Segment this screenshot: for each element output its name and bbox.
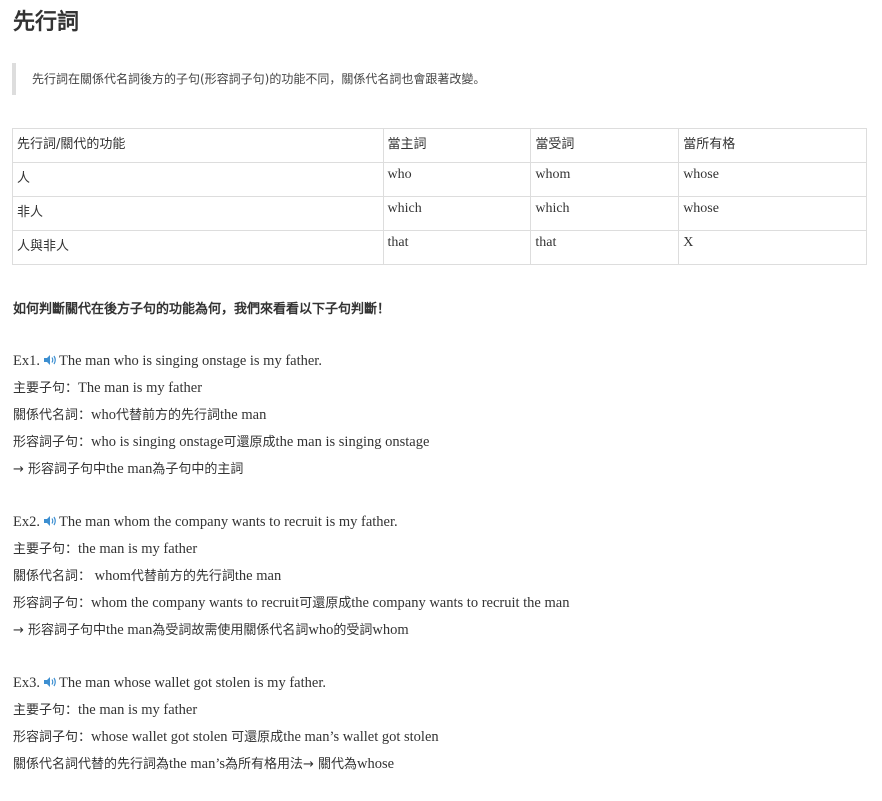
table-header-cell: 先行詞/關代的功能 bbox=[12, 128, 384, 163]
adjective-clause-line: 形容詞子句：whom the company wants to recruit可… bbox=[13, 595, 570, 611]
example-sentence: Ex3. The man whose wallet got stolen is m… bbox=[13, 670, 439, 697]
table-row: 人與非人 that that X bbox=[12, 230, 867, 265]
table-cell: 人 bbox=[12, 162, 384, 197]
example-sentence: Ex1. The man who is singing onstage is my… bbox=[13, 348, 429, 375]
relative-pronoun-line: 關係代名詞： whom代替前方的先行詞the man bbox=[13, 568, 282, 584]
table-cell: 人與非人 bbox=[12, 230, 384, 265]
main-clause-line: 主要子句：the man is my father bbox=[13, 541, 198, 557]
example-1: Ex1. The man who is singing onstage is my… bbox=[13, 348, 429, 483]
intro-question: 如何判斷關代在後方子句的功能為何，我們來看看以下子句判斷！ bbox=[13, 302, 391, 317]
example-sentence-text: The man whose wallet got stolen is my fa… bbox=[58, 675, 326, 691]
example-label: Ex3. bbox=[13, 675, 40, 691]
speaker-icon[interactable] bbox=[43, 510, 57, 526]
table-cell: whom bbox=[530, 162, 680, 197]
example-sentence-text: The man whom the company wants to recrui… bbox=[58, 514, 398, 530]
table-cell: whose bbox=[678, 162, 867, 197]
adjective-clause-line: 形容詞子句：whose wallet got stolen 可還原成the ma… bbox=[13, 729, 439, 745]
example-label: Ex1. bbox=[13, 353, 40, 369]
main-clause-line: 主要子句：the man is my father bbox=[13, 702, 198, 718]
speaker-icon[interactable] bbox=[43, 349, 57, 365]
table-header-cell: 當主詞 bbox=[382, 128, 532, 163]
example-label: Ex2. bbox=[13, 514, 40, 530]
relative-pronoun-table: 先行詞/關代的功能 當主詞 當受詞 當所有格 人 who whom whose … bbox=[12, 128, 867, 265]
example-2: Ex2. The man whom the company wants to re… bbox=[13, 509, 569, 644]
table-cell: X bbox=[678, 230, 867, 265]
example-3: Ex3. The man whose wallet got stolen is m… bbox=[13, 670, 439, 778]
table-cell: who bbox=[382, 162, 532, 197]
table-cell: that bbox=[530, 230, 680, 265]
conclusion-line: → 形容詞子句中the man為受詞故需使用關係代名詞who的受詞whom bbox=[13, 622, 409, 638]
conclusion-line: → 形容詞子句中the man為子句中的主詞 bbox=[13, 461, 244, 477]
table-row: 非人 which which whose bbox=[12, 196, 867, 231]
page-title: 先行詞 bbox=[13, 10, 80, 35]
relative-pronoun-line: 關係代名詞：who代替前方的先行詞the man bbox=[13, 407, 267, 423]
table-header-cell: 當所有格 bbox=[678, 128, 867, 163]
table-header-cell: 當受詞 bbox=[530, 128, 680, 163]
table-cell: whose bbox=[678, 196, 867, 231]
adjective-clause-line: 形容詞子句：who is singing onstage可還原成the man … bbox=[13, 434, 430, 450]
example-sentence-text: The man who is singing onstage is my fat… bbox=[58, 353, 322, 369]
table-row: 人 who whom whose bbox=[12, 162, 867, 197]
table-cell: 非人 bbox=[12, 196, 384, 231]
conclusion-line: 關係代名詞代替的先行詞為the man’s為所有格用法→ 關代為whose bbox=[13, 756, 395, 772]
table-header-row: 先行詞/關代的功能 當主詞 當受詞 當所有格 bbox=[12, 128, 867, 163]
main-clause-line: 主要子句：The man is my father bbox=[13, 380, 203, 396]
table-cell: which bbox=[382, 196, 532, 231]
example-sentence: Ex2. The man whom the company wants to re… bbox=[13, 509, 569, 536]
table-cell: that bbox=[382, 230, 532, 265]
table-cell: which bbox=[530, 196, 680, 231]
speaker-icon[interactable] bbox=[43, 671, 57, 687]
blockquote-note: 先行詞在關係代名詞後方的子句(形容詞子句)的功能不同，關係代名詞也會跟著改變。 bbox=[12, 63, 866, 95]
